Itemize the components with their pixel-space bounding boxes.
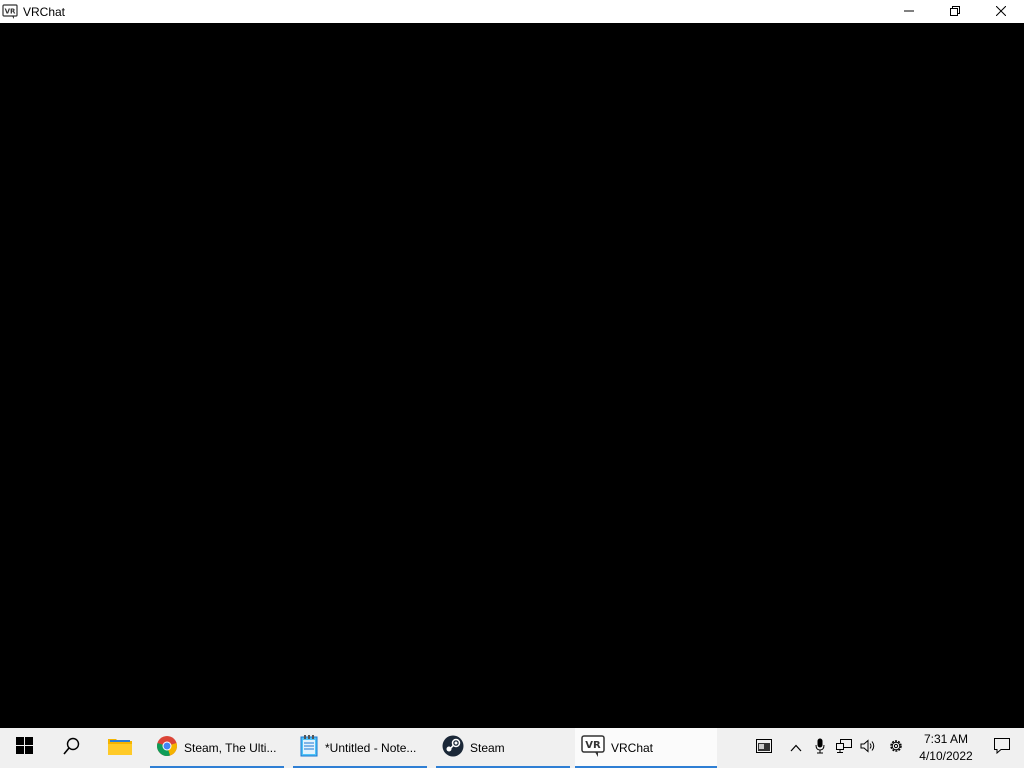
speaker-icon	[860, 738, 876, 758]
search-button[interactable]	[48, 728, 96, 768]
window-title: VRChat	[23, 4, 66, 19]
clock-date: 4/10/2022	[919, 749, 973, 763]
gear-icon	[888, 738, 904, 759]
clock[interactable]: 7:31 AM 4/10/2022	[912, 728, 980, 768]
notification-center-button[interactable]	[980, 728, 1024, 768]
settings-tray-button[interactable]	[880, 728, 912, 768]
taskbar-app-label: *Untitled - Note...	[325, 741, 417, 755]
microphone-icon	[815, 738, 825, 759]
close-icon	[995, 3, 1007, 21]
taskbar-app-vrchat[interactable]: VR VRChat	[575, 728, 717, 768]
minimize-button[interactable]	[886, 0, 932, 23]
search-icon	[63, 737, 81, 760]
taskbar-app-label: VRChat	[611, 741, 654, 755]
vrchat-icon: VR	[581, 734, 605, 763]
show-hidden-icons-button[interactable]	[784, 728, 808, 768]
volume-tray-button[interactable]	[856, 728, 880, 768]
start-button[interactable]	[0, 728, 48, 768]
window-titlebar[interactable]: VR VRChat	[0, 0, 1024, 23]
clock-time: 7:31 AM	[923, 732, 969, 746]
news-widget-icon	[756, 738, 772, 758]
network-icon	[836, 738, 852, 758]
restore-icon	[950, 3, 960, 21]
svg-text:VR: VR	[5, 7, 16, 15]
vrchat-icon: VR	[2, 3, 18, 20]
steam-icon	[442, 735, 464, 762]
taskbar-app-notepad[interactable]: *Untitled - Note...	[293, 728, 427, 768]
window-controls	[886, 0, 1024, 23]
svg-text:VR: VR	[585, 740, 601, 751]
microphone-tray-button[interactable]	[808, 728, 832, 768]
windows-start-icon	[15, 737, 33, 759]
close-button[interactable]	[978, 0, 1024, 23]
system-tray: 7:31 AM 4/10/2022	[744, 728, 1024, 768]
minimize-icon	[904, 3, 914, 21]
restore-button[interactable]	[932, 0, 978, 23]
folder-icon	[107, 735, 133, 762]
chrome-icon	[156, 735, 178, 762]
app-viewport[interactable]	[0, 23, 1024, 728]
chevron-up-icon	[790, 739, 802, 757]
news-widget-button[interactable]	[744, 728, 784, 768]
taskbar-app-chrome[interactable]: Steam, The Ulti...	[150, 728, 284, 768]
file-explorer-button[interactable]	[96, 728, 144, 768]
taskbar-app-label: Steam	[470, 741, 505, 755]
notification-icon	[994, 737, 1010, 759]
taskbar: Steam, The Ulti... *Untitled - Note... S…	[0, 728, 1024, 768]
network-tray-button[interactable]	[832, 728, 856, 768]
taskbar-app-label: Steam, The Ulti...	[184, 741, 277, 755]
notepad-icon	[299, 734, 319, 762]
taskbar-app-steam[interactable]: Steam	[436, 728, 570, 768]
